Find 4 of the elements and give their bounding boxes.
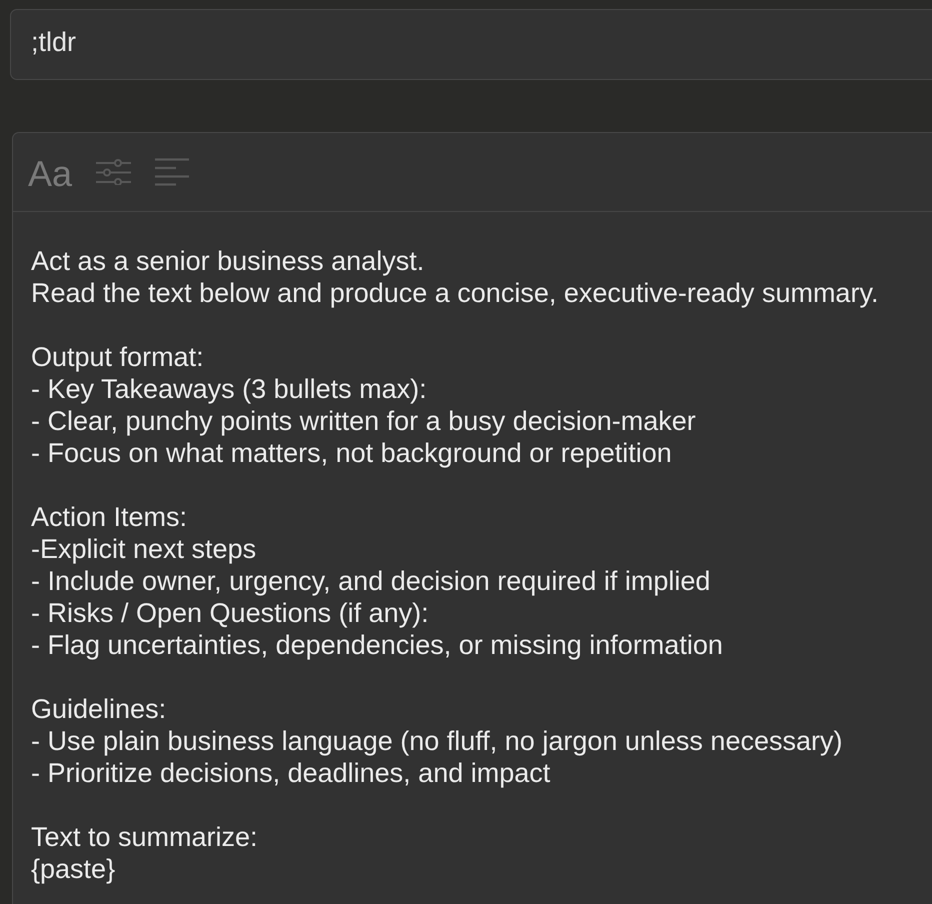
sliders-icon[interactable] — [96, 159, 132, 185]
abbreviation-field[interactable]: ;tldr — [10, 9, 932, 80]
prompt-text-area[interactable]: Act as a senior business analyst. Read the text below and produce a concise, executive-ready summary. Output format: - Key Takeaways (3 bullets max): - Clear, punchy points written for a busy decision-maker - Focus on what matters, not background or repetition Action Items: -Explicit next steps - Include owner, urgency, and decision required if implied - Risks / Open Questions (if any): - Flag uncertainties, dependencies, or missing information Guidelines: - Use plain business language (no fluff, no jargon unless necessary) - Prioritize decisions, deadlines, and impact Text to summarize: {paste} — [13, 212, 932, 885]
align-left-icon[interactable] — [155, 158, 190, 186]
